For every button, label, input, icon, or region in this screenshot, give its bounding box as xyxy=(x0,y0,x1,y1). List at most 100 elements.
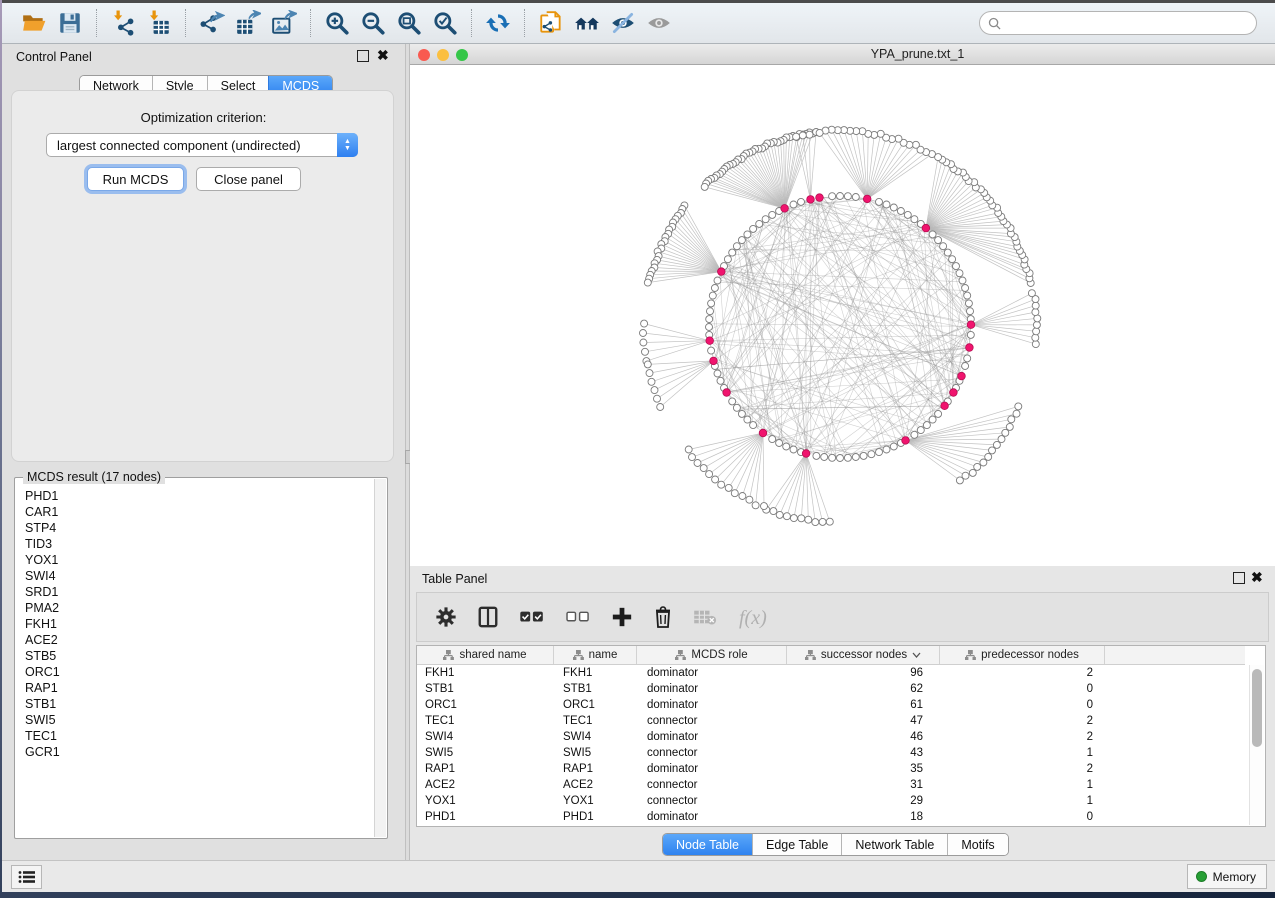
column-header-name[interactable]: name xyxy=(554,646,637,664)
table-row[interactable]: ORC1ORC1dominator610 xyxy=(417,697,1245,713)
gear-icon[interactable] xyxy=(435,602,457,632)
mcds-result-item[interactable]: ORC1 xyxy=(25,664,374,680)
cell: RAP1 xyxy=(554,763,637,775)
zoom-fit-icon[interactable] xyxy=(395,9,423,37)
table-scrollbar[interactable] xyxy=(1249,665,1264,825)
task-manager-button[interactable] xyxy=(11,865,42,889)
cell: SWI4 xyxy=(554,731,637,743)
show-graphics-details-icon[interactable] xyxy=(645,9,673,37)
column-header-successor-nodes[interactable]: successor nodes xyxy=(787,646,940,664)
tab-motifs[interactable]: Motifs xyxy=(947,834,1007,855)
table-row[interactable]: FKH1FKH1dominator962 xyxy=(417,665,1245,681)
search-icon xyxy=(988,17,1001,30)
float-window-icon[interactable] xyxy=(1233,572,1245,584)
network-graph[interactable] xyxy=(410,65,1275,566)
cell: dominator xyxy=(637,811,787,823)
cell: 61 xyxy=(787,699,940,711)
scrollbar-thumb[interactable] xyxy=(1252,669,1262,747)
close-icon[interactable]: ✖ xyxy=(377,50,389,62)
status-bar: Memory xyxy=(2,860,1275,892)
select-all-icon[interactable] xyxy=(519,602,545,632)
mcds-result-item[interactable]: PHD1 xyxy=(25,488,374,504)
export-table-icon[interactable] xyxy=(234,9,262,37)
run-mcds-button[interactable]: Run MCDS xyxy=(87,167,184,191)
sort-icon xyxy=(912,652,921,658)
network-overview-icon[interactable] xyxy=(573,9,601,37)
float-window-icon[interactable] xyxy=(357,50,369,62)
cell: FKH1 xyxy=(417,667,554,679)
refresh-icon[interactable] xyxy=(484,9,512,37)
toolbar-group xyxy=(185,9,310,37)
mcds-result-item[interactable]: PMA2 xyxy=(25,600,374,616)
network-view-titlebar[interactable]: YPA_prune.txt_1 xyxy=(410,44,1275,65)
mcds-result-list[interactable]: PHD1CAR1STP4TID3YOX1SWI4SRD1PMA2FKH1ACE2… xyxy=(16,482,374,837)
mcds-result-item[interactable]: SRD1 xyxy=(25,584,374,600)
mcds-result-item[interactable]: FKH1 xyxy=(25,616,374,632)
tab-edge-table[interactable]: Edge Table xyxy=(752,834,841,855)
cell: STB1 xyxy=(554,683,637,695)
cell: dominator xyxy=(637,699,787,711)
cell: STB1 xyxy=(417,683,554,695)
hide-graphics-details-icon[interactable] xyxy=(609,9,637,37)
mcds-result-item[interactable]: TID3 xyxy=(25,536,374,552)
mcds-result-item[interactable]: CAR1 xyxy=(25,504,374,520)
mcds-result-item[interactable]: SWI4 xyxy=(25,568,374,584)
export-network-icon[interactable] xyxy=(198,9,226,37)
add-icon[interactable] xyxy=(611,602,633,632)
zoom-in-icon[interactable] xyxy=(323,9,351,37)
table-row[interactable]: SWI5SWI5connector431 xyxy=(417,745,1245,761)
table-row[interactable]: SWI4SWI4dominator462 xyxy=(417,729,1245,745)
mcds-result-item[interactable]: YOX1 xyxy=(25,552,374,568)
delete-icon[interactable] xyxy=(653,602,673,632)
mcds-result-groupbox: MCDS result (17 nodes) PHD1CAR1STP4TID3Y… xyxy=(14,477,388,839)
memory-button[interactable]: Memory xyxy=(1187,864,1267,889)
mcds-result-item[interactable]: RAP1 xyxy=(25,680,374,696)
mcds-result-item[interactable]: TEC1 xyxy=(25,728,374,744)
tab-network-table[interactable]: Network Table xyxy=(841,834,947,855)
control-panel: Control Panel ✖ NetworkStyleSelectMCDS O… xyxy=(2,44,405,860)
import-table-icon[interactable] xyxy=(145,9,173,37)
export-image-icon[interactable] xyxy=(270,9,298,37)
column-header-MCDS-role[interactable]: MCDS role xyxy=(637,646,787,664)
deselect-all-icon[interactable] xyxy=(565,602,591,632)
optimization-criterion-label: Optimization criterion: xyxy=(2,110,405,125)
cell: TEC1 xyxy=(417,715,554,727)
open-folder-icon[interactable] xyxy=(20,9,48,37)
cell: 0 xyxy=(940,811,1105,823)
cell: dominator xyxy=(637,763,787,775)
table-toolbar: f(x) xyxy=(416,592,1269,642)
optimization-criterion-dropdown[interactable]: largest connected component (undirected)… xyxy=(46,133,358,157)
cell: ORC1 xyxy=(417,699,554,711)
close-panel-button[interactable]: Close panel xyxy=(196,167,301,191)
table-row[interactable]: ACE2ACE2connector311 xyxy=(417,777,1245,793)
search-box[interactable] xyxy=(979,11,1257,35)
import-network-icon[interactable] xyxy=(109,9,137,37)
table-row[interactable]: TEC1TEC1connector472 xyxy=(417,713,1245,729)
tab-node-table[interactable]: Node Table xyxy=(663,834,752,855)
mcds-result-item[interactable]: GCR1 xyxy=(25,744,374,760)
search-input[interactable] xyxy=(1006,16,1248,30)
cell: 18 xyxy=(787,811,940,823)
mcds-result-item[interactable]: STP4 xyxy=(25,520,374,536)
zoom-out-icon[interactable] xyxy=(359,9,387,37)
close-icon[interactable]: ✖ xyxy=(1251,572,1263,584)
table-panel-tabs: Node TableEdge TableNetwork TableMotifs xyxy=(662,833,1009,856)
table-row[interactable]: YOX1YOX1connector291 xyxy=(417,793,1245,809)
cell: 1 xyxy=(940,795,1105,807)
column-header-shared-name[interactable]: shared name xyxy=(417,646,554,664)
table-row[interactable]: STB1STB1dominator620 xyxy=(417,681,1245,697)
mcds-result-item[interactable]: ACE2 xyxy=(25,632,374,648)
network-canvas[interactable] xyxy=(410,65,1275,566)
column-header-predecessor-nodes[interactable]: predecessor nodes xyxy=(940,646,1105,664)
save-icon[interactable] xyxy=(56,9,84,37)
zoom-selected-icon[interactable] xyxy=(431,9,459,37)
mcds-result-scrollbar[interactable] xyxy=(374,479,386,837)
mcds-result-item[interactable]: STB1 xyxy=(25,696,374,712)
clone-network-icon[interactable] xyxy=(537,9,565,37)
table-row[interactable]: RAP1RAP1dominator352 xyxy=(417,761,1245,777)
columns-icon[interactable] xyxy=(477,602,499,632)
mcds-result-item[interactable]: STB5 xyxy=(25,648,374,664)
toolbar-group xyxy=(524,9,685,37)
mcds-result-item[interactable]: SWI5 xyxy=(25,712,374,728)
table-row[interactable]: PHD1PHD1dominator180 xyxy=(417,809,1245,825)
